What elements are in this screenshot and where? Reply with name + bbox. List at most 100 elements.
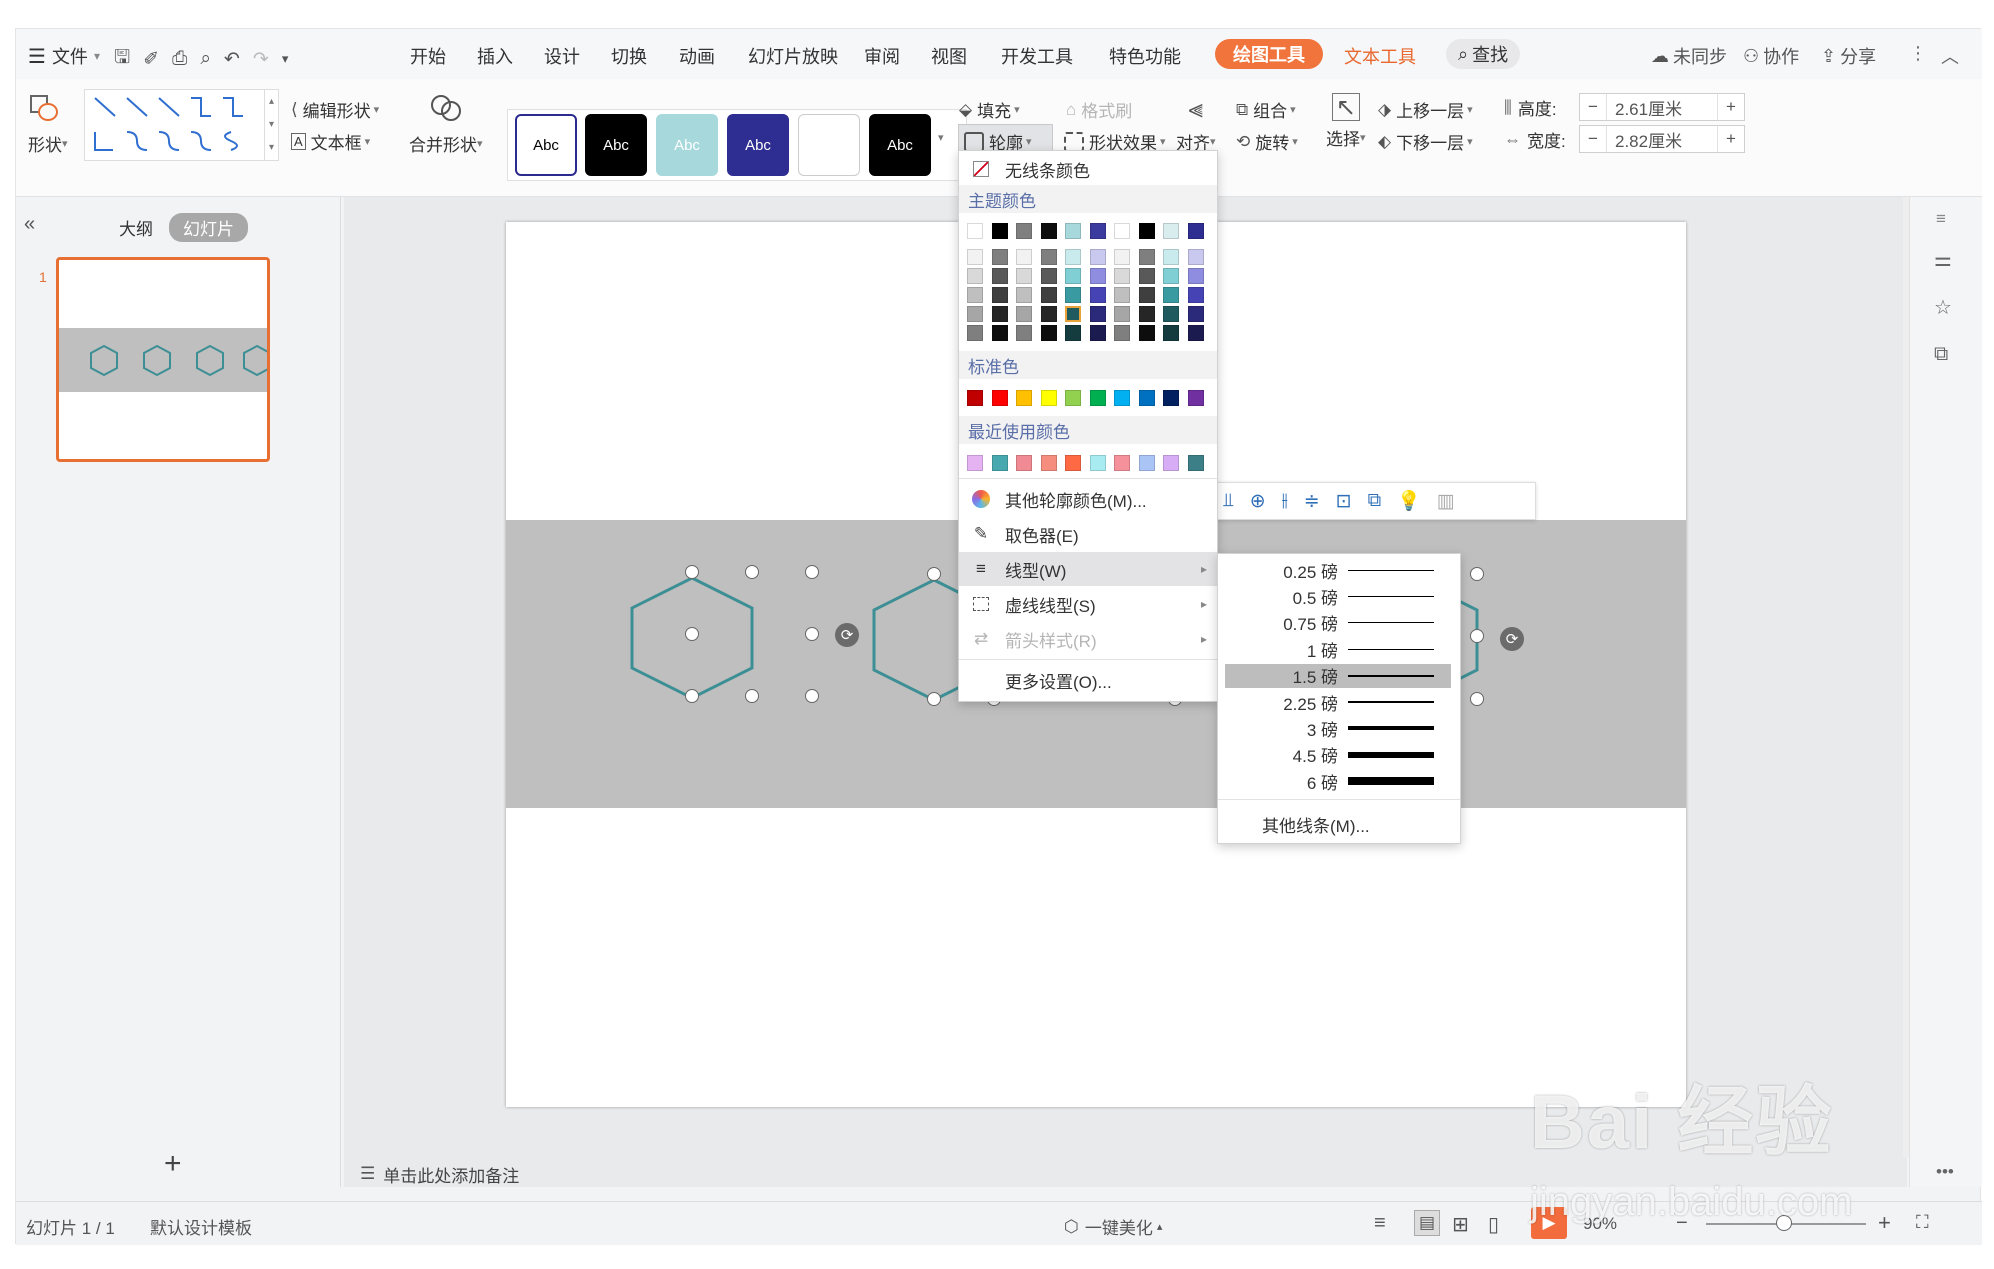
collapse-ribbon-icon[interactable]: ︿ (1941, 43, 1959, 69)
shape-button[interactable]: 形状 ▾ (28, 93, 68, 156)
theme-color-swatch[interactable] (1187, 249, 1204, 265)
standard-color-swatch[interactable] (1138, 390, 1155, 406)
theme-color-swatch[interactable] (991, 223, 1008, 239)
more-icon[interactable]: ⋮ (1909, 43, 1927, 64)
theme-color-swatch[interactable] (967, 325, 983, 341)
recent-color-swatch[interactable] (1187, 455, 1204, 471)
standard-color-swatch[interactable] (1089, 390, 1106, 406)
resize-handle[interactable] (685, 565, 699, 579)
more-settings-item[interactable]: 更多设置(O)... (959, 663, 1217, 697)
theme-color-swatch[interactable] (991, 287, 1008, 303)
theme-color-swatch[interactable] (967, 223, 983, 239)
width-field[interactable]: − 2.82厘米 + (1579, 125, 1745, 153)
theme-color-swatch[interactable] (1163, 268, 1179, 284)
resize-handle[interactable] (927, 692, 941, 706)
add-slide-button[interactable]: + (164, 1147, 182, 1181)
redo-icon[interactable]: ↷ (253, 48, 269, 71)
tab-special[interactable]: 特色功能 (1109, 43, 1181, 69)
resize-handle[interactable] (685, 689, 699, 703)
tab-text-tools[interactable]: 文本工具 (1344, 43, 1416, 69)
recent-color-swatch[interactable] (1016, 455, 1032, 471)
zoom-in-button[interactable]: + (1878, 1210, 1891, 1236)
standard-color-swatch[interactable] (1163, 390, 1179, 406)
theme-color-swatch[interactable] (1089, 223, 1106, 239)
height-field[interactable]: − 2.61厘米 + (1579, 93, 1745, 121)
resize-handle[interactable] (927, 567, 941, 581)
recent-color-swatch[interactable] (1065, 455, 1081, 471)
more-outline-colors-item[interactable]: 其他轮廓颜色(M)... (959, 482, 1217, 516)
slide-thumbnail[interactable] (56, 257, 270, 462)
print-icon[interactable]: ⎙ (172, 48, 187, 70)
panel-menu-icon[interactable]: ≡ (1936, 209, 1946, 229)
sorter-view-icon[interactable]: ⊞ (1452, 1212, 1469, 1237)
tab-drawing-tools[interactable]: 绘图工具 (1215, 39, 1323, 69)
theme-color-swatch[interactable] (1016, 249, 1032, 265)
resize-handle[interactable] (805, 689, 819, 703)
edit-shape-button[interactable]: ⟨ 编辑形状 ▾ (291, 97, 379, 122)
theme-color-swatch[interactable] (1138, 287, 1155, 303)
theme-color-swatch[interactable] (991, 249, 1008, 265)
standard-color-swatch[interactable] (991, 390, 1008, 406)
theme-color-swatch[interactable] (1187, 325, 1204, 341)
line-type-item[interactable]: ≡ 线型(W) ▸ (959, 552, 1217, 586)
format-painter-button[interactable]: ⌂ 格式刷 (1066, 97, 1132, 122)
beautify-button[interactable]: ⬡ 一键美化 ▴ (1064, 1214, 1162, 1239)
theme-color-swatch[interactable] (967, 268, 983, 284)
style-option-4[interactable]: Abc (727, 114, 789, 176)
theme-color-swatch[interactable] (1016, 287, 1032, 303)
theme-color-swatch[interactable] (1089, 306, 1106, 322)
line-weight-option[interactable]: 6 磅 (1225, 769, 1451, 793)
more-options-icon[interactable]: ••• (1936, 1162, 1954, 1182)
theme-color-swatch[interactable] (1040, 249, 1057, 265)
reading-view-icon[interactable]: ▯ (1488, 1212, 1499, 1237)
tab-design[interactable]: 设计 (544, 43, 580, 69)
theme-color-swatch[interactable] (1065, 249, 1081, 265)
theme-color-swatch[interactable] (1187, 223, 1204, 239)
recent-color-swatch[interactable] (1114, 455, 1130, 471)
theme-color-swatch[interactable] (1138, 268, 1155, 284)
format-painter-icon[interactable]: ✐ (143, 48, 159, 71)
send-backward-button[interactable]: ⬖ 下移一层 ▾ (1378, 129, 1473, 154)
theme-color-swatch[interactable] (1138, 223, 1155, 239)
fill-button[interactable]: ⬙ 填充 ▾ (959, 97, 1020, 122)
style-option-2[interactable]: Abc (585, 114, 647, 176)
theme-color-swatch[interactable] (1040, 223, 1057, 239)
tab-developer[interactable]: 开发工具 (1001, 43, 1073, 69)
align-center-icon[interactable]: ⊕ (1250, 490, 1266, 513)
line-weight-option[interactable]: 1.5 磅 (1225, 663, 1451, 688)
theme-color-swatch[interactable] (1040, 325, 1057, 341)
theme-color-swatch[interactable] (1089, 249, 1106, 265)
tab-insert[interactable]: 插入 (477, 43, 513, 69)
resize-handle[interactable] (685, 627, 699, 641)
standard-color-swatch[interactable] (1016, 390, 1032, 406)
width-value[interactable]: 2.82厘米 (1606, 126, 1718, 152)
recent-color-swatch[interactable] (1089, 455, 1106, 471)
tab-outline[interactable]: 大纲 (119, 215, 153, 240)
resize-handle[interactable] (1470, 629, 1484, 643)
gallery-scroll[interactable]: ▴ ▾ ▾ (264, 90, 278, 160)
recent-color-swatch[interactable] (991, 455, 1008, 471)
style-option-3[interactable]: Abc (656, 114, 718, 176)
line-weight-option[interactable]: 0.75 磅 (1225, 611, 1451, 635)
textbox-button[interactable]: A 文本框 ▾ (291, 129, 370, 154)
tab-home[interactable]: 开始 (410, 43, 446, 69)
line-weight-option[interactable]: 0.5 磅 (1225, 584, 1451, 608)
width-decrease[interactable]: − (1580, 129, 1606, 149)
style-option-5[interactable] (798, 114, 860, 176)
eyedropper-item[interactable]: ✎ 取色器(E) (959, 517, 1217, 551)
theme-color-swatch[interactable] (1138, 325, 1155, 341)
more-lines-item[interactable]: 其他线条(M)... (1262, 812, 1370, 837)
theme-color-swatch[interactable] (991, 268, 1008, 284)
theme-color-swatch[interactable] (1089, 325, 1106, 341)
rotate-handle-icon[interactable]: ⟳ (835, 623, 859, 647)
standard-color-swatch[interactable] (1040, 390, 1057, 406)
layout-icon[interactable]: ▥ (1437, 490, 1455, 513)
lightbulb-icon[interactable]: 💡 (1397, 489, 1421, 513)
normal-view-icon[interactable]: ▤ (1414, 1210, 1440, 1236)
tab-review[interactable]: 审阅 (864, 43, 900, 69)
theme-color-swatch[interactable] (1114, 325, 1130, 341)
search-box[interactable]: ⌕ 查找 (1446, 39, 1521, 69)
theme-color-swatch[interactable] (1016, 268, 1032, 284)
theme-color-swatch[interactable] (1040, 287, 1057, 303)
line-weight-option[interactable]: 3 磅 (1225, 716, 1451, 740)
